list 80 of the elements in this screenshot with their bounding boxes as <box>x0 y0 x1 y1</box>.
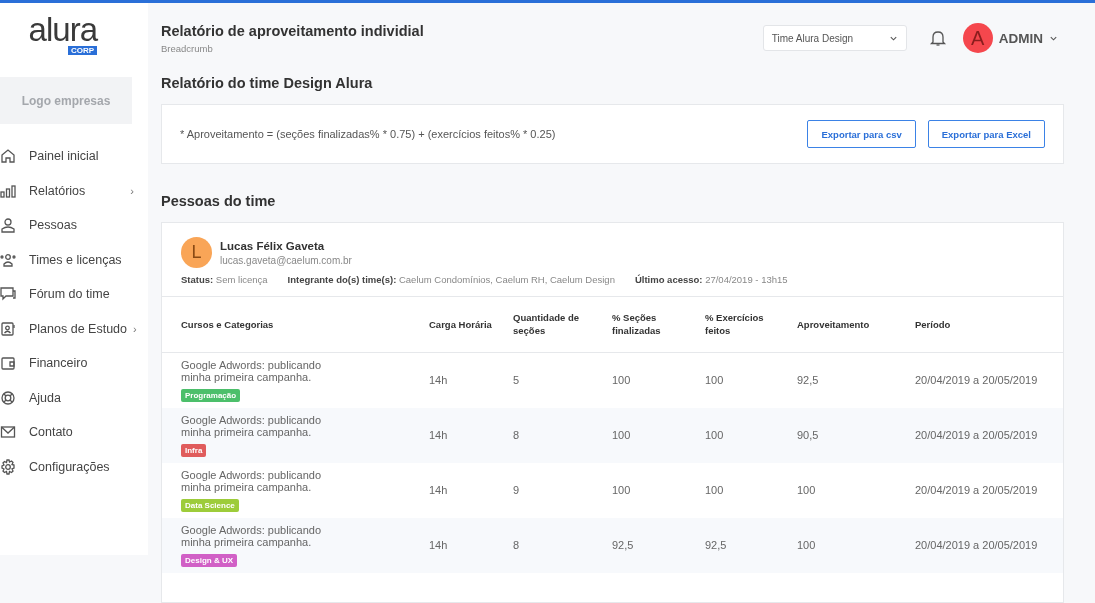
bar-chart-icon <box>0 182 16 199</box>
wallet-icon <box>0 355 16 372</box>
sidebar-item[interactable]: Ajuda <box>29 390 61 405</box>
table-cell: 14h <box>429 429 448 441</box>
column-header: % Exercícios feitos <box>705 312 764 337</box>
export-button[interactable]: Exportar para csv <box>807 120 916 148</box>
logo-wordmark: alura <box>28 15 97 45</box>
table-cell: 92,5 <box>797 374 819 386</box>
person-icon <box>0 217 16 234</box>
table-cell: 100 <box>797 484 816 496</box>
envelope-icon <box>0 424 16 441</box>
table-cell: 90,5 <box>797 429 819 441</box>
person-detail: Último acesso: 27/04/2019 - 13h15 <box>634 274 788 285</box>
team-select[interactable]: Time Alura Design <box>762 25 907 51</box>
sidebar-item[interactable]: Planos de Estudo <box>29 321 127 336</box>
submenu-arrow: › <box>133 322 137 335</box>
export-button[interactable]: Exportar para Excel <box>927 120 1045 148</box>
user-name[interactable]: ADMIN <box>998 30 1043 46</box>
category-tag: Design & UX <box>181 553 237 567</box>
section-title: Relatório do time Design Alura <box>161 75 374 91</box>
person-name: Lucas Félix Gaveta <box>220 239 326 252</box>
table-cell: 100 <box>612 374 631 386</box>
table-cell: 100 <box>705 374 724 386</box>
course-name: Google Adwords: publicando minha primeira campanha. <box>181 468 323 494</box>
category-tag: Data Science <box>181 498 239 512</box>
home-icon <box>0 148 16 165</box>
category-tag: Programação <box>181 388 241 402</box>
sidebar-item[interactable]: Relatórios <box>29 183 86 198</box>
table-cell: 14h <box>429 374 448 386</box>
table-cell: 20/04/2019 a 20/05/2019 <box>915 539 1038 551</box>
logo-badge: CORP <box>67 46 97 55</box>
person-email: lucas.gaveta@caelum.com.br <box>220 254 352 266</box>
table-cell: 92,5 <box>705 539 727 551</box>
breadcrumb[interactable]: Breadcrumb <box>161 42 424 54</box>
team-icon <box>0 251 16 268</box>
bell-icon[interactable] <box>928 29 947 47</box>
table-cell: 100 <box>797 539 816 551</box>
column-header: % Seções finalizadas <box>612 312 661 337</box>
person-detail: Status: Sem licença <box>181 274 268 285</box>
contact-card-icon <box>0 320 16 337</box>
column-header: Cursos e Categorias <box>181 318 274 330</box>
sidebar-item[interactable]: Times e licenças <box>29 252 122 267</box>
course-name: Google Adwords: publicando minha primeira campanha. <box>181 358 323 384</box>
table-cell: 5 <box>513 374 520 386</box>
sidebar-item[interactable]: Fórum do time <box>29 287 110 302</box>
table-cell: 8 <box>513 539 520 551</box>
table-cell: 100 <box>612 484 631 496</box>
column-header: Aproveitamento <box>797 318 870 330</box>
person-detail: Integrante do(s) time(s): Caelum Condomínios, Caelum RH, Caelum Design <box>287 274 615 285</box>
section-title: Pessoas do time <box>161 193 277 209</box>
chat-icon <box>0 286 16 303</box>
submenu-arrow: › <box>130 184 134 197</box>
category-tag: Infra <box>181 443 207 457</box>
table-cell: 100 <box>705 429 724 441</box>
table-cell: 14h <box>429 484 448 496</box>
sidebar-item[interactable]: Configurações <box>29 459 110 474</box>
sidebar-item[interactable]: Contato <box>29 425 73 440</box>
sidebar-item[interactable]: Pessoas <box>29 218 77 233</box>
formula-text: * Aproveitamento = (seções finalizadas% * 0.75) + (exercícios feitos% * 0.25) <box>180 128 556 140</box>
table-cell: 20/04/2019 a 20/05/2019 <box>915 374 1038 386</box>
column-header: Período <box>915 318 951 330</box>
person-avatar: L <box>181 237 212 268</box>
table-cell: 8 <box>513 429 520 441</box>
column-header: Quantidade de seções <box>513 312 579 337</box>
course-name: Google Adwords: publicando minha primeira campanha. <box>181 523 323 549</box>
placeholder-text: Logo empresas <box>21 93 111 108</box>
table-cell: 92,5 <box>612 539 634 551</box>
gear-icon <box>0 458 16 475</box>
table-cell: 100 <box>612 429 631 441</box>
sidebar-item[interactable]: Painel inicial <box>29 149 99 164</box>
table-cell: 9 <box>513 484 520 496</box>
table-cell: 100 <box>705 484 724 496</box>
page-title: Relatório de aproveitamento individial <box>161 22 424 39</box>
table-cell: 20/04/2019 a 20/05/2019 <box>915 429 1038 441</box>
table-cell: 14h <box>429 539 448 551</box>
column-header: Carga Horária <box>429 318 492 330</box>
lifebuoy-icon <box>0 389 16 406</box>
sidebar-item[interactable]: Financeiro <box>29 356 88 371</box>
course-name: Google Adwords: publicando minha primeira campanha. <box>181 413 323 439</box>
table-cell: 20/04/2019 a 20/05/2019 <box>915 484 1038 496</box>
